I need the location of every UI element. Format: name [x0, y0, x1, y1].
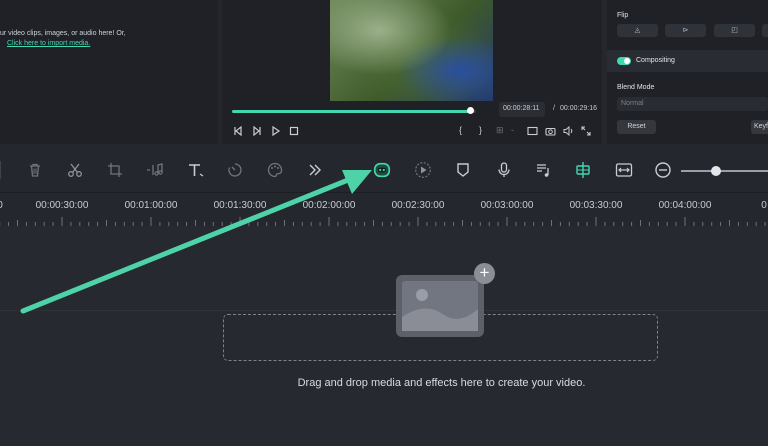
compositing-toggle-knob: [624, 58, 630, 64]
media-hint-text: ur video clips, images, or audio here! O…: [0, 30, 126, 37]
ruler-ticks: [0, 217, 766, 226]
audio-list-icon[interactable]: [533, 160, 553, 180]
ruler-label: 00:02:30:00: [391, 200, 445, 211]
snapshot-icon[interactable]: [545, 126, 556, 138]
ruler-label: 00:03:00:00: [480, 200, 534, 211]
playhead-knob[interactable]: [467, 107, 475, 114]
expand-icon[interactable]: [581, 126, 591, 138]
current-time: 00:00:28:11: [503, 105, 540, 112]
stop-icon[interactable]: [289, 126, 299, 138]
ruler-label: 00:04:00:00: [658, 200, 712, 211]
ruler-label: 00:02:00:00: [302, 200, 356, 211]
playback-progress-fill: [232, 110, 471, 113]
video-preview: [330, 0, 493, 101]
track-divider: [0, 310, 768, 311]
zoom-out-icon[interactable]: [653, 160, 673, 180]
ruler-label: 00:03:30:00: [569, 200, 623, 211]
fit-icon[interactable]: [614, 160, 634, 180]
color-icon[interactable]: [265, 160, 285, 180]
total-time: 00:00:29:16: [560, 105, 597, 112]
media-panel: [0, 0, 218, 144]
mark-out-icon[interactable]: }: [479, 125, 482, 135]
add-media-icon[interactable]: +: [474, 263, 495, 284]
keyframe-button[interactable]: Keyf: [751, 120, 768, 134]
import-media-link[interactable]: Click here to import media.: [7, 40, 90, 47]
ruler-label: 00:00:30:00: [35, 200, 89, 211]
dropdown-separator-icon: -: [511, 125, 514, 135]
media-placeholder-icon: [396, 275, 484, 337]
media-import-hint: ur video clips, images, or audio here! O…: [0, 29, 218, 49]
blend-mode-label: Blend Mode: [617, 84, 655, 91]
cut-icon[interactable]: [65, 160, 85, 180]
rotate-more-button[interactable]: [762, 24, 768, 37]
play-circle-icon[interactable]: [413, 160, 433, 180]
compositing-row[interactable]: [607, 50, 768, 72]
play-icon[interactable]: [271, 125, 281, 138]
zoom-slider-track[interactable]: [681, 170, 768, 172]
compositing-label: Compositing: [636, 57, 675, 64]
insert-clip-icon[interactable]: ⊞: [496, 125, 504, 136]
flip-horizontal-button[interactable]: ◬: [617, 24, 658, 37]
ruler-label: 00:01:00:00: [124, 200, 178, 211]
volume-icon[interactable]: [563, 125, 574, 138]
snap-icon[interactable]: [573, 160, 593, 180]
blend-mode-select[interactable]: Normal: [617, 97, 768, 111]
speed-icon[interactable]: [225, 160, 245, 180]
flip-vertical-button[interactable]: ⊳: [665, 24, 706, 37]
prev-frame-icon[interactable]: [233, 125, 243, 138]
mic-icon[interactable]: [494, 160, 514, 180]
zoom-slider-knob[interactable]: [710, 166, 721, 176]
fullscreen-preview-icon[interactable]: [527, 126, 538, 138]
rotate-button[interactable]: ◰: [714, 24, 755, 37]
time-separator: /: [553, 105, 555, 112]
ruler-label: 00:01:30:00: [213, 200, 267, 211]
drop-hint-text: Drag and drop media and effects here to …: [297, 377, 586, 389]
ai-robot-icon[interactable]: [372, 160, 392, 180]
marker-icon[interactable]: [453, 160, 473, 180]
crop-icon[interactable]: [105, 160, 125, 180]
mark-in-icon[interactable]: {: [459, 125, 462, 135]
ruler-label-edge: 0: [0, 200, 3, 211]
next-frame-icon[interactable]: [252, 125, 262, 138]
reset-button[interactable]: Reset: [617, 120, 656, 134]
toolbar-divider-icon: [0, 160, 10, 180]
text-icon[interactable]: [186, 160, 206, 180]
ruler-label-edge: 0: [761, 200, 767, 211]
flip-label: Flip: [617, 12, 629, 19]
playback-progress-bar[interactable]: [232, 107, 476, 114]
audio-icon[interactable]: [145, 160, 165, 180]
more-icon[interactable]: [305, 160, 325, 180]
delete-icon[interactable]: [25, 160, 45, 180]
